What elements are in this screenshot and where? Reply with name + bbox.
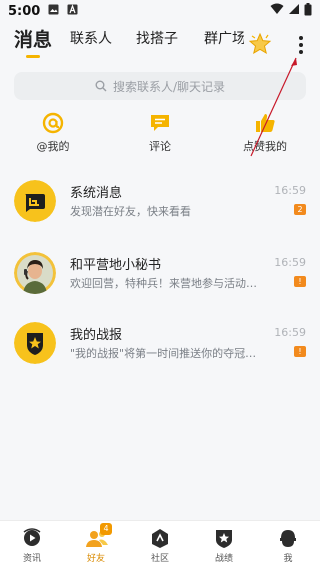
tab-messages[interactable]: 消息 xyxy=(14,25,52,52)
tab-find-partner[interactable]: 找搭子 xyxy=(136,28,178,48)
conversation-title: 和平营地小秘书 xyxy=(70,258,162,273)
unread-badge: ! xyxy=(294,276,306,287)
status-bar: 5:00 xyxy=(0,0,320,22)
nav-item-friends[interactable]: 4 好友 xyxy=(64,521,128,568)
conversation-time: 16:59 xyxy=(274,184,306,197)
conversation-item[interactable]: 和平营地小秘书 欢迎回营，特种兵！来营地参与活动，... 16:59 ! xyxy=(0,244,320,304)
signal-icon xyxy=(288,3,300,19)
quick-action-likes[interactable]: 点赞我的 xyxy=(230,112,300,154)
a-box-icon xyxy=(67,3,78,19)
conversation-preview: "我的战报"将第一时间推送你的夺冠战... xyxy=(70,347,262,360)
assistant-avatar xyxy=(14,252,56,294)
thumbs-up-icon xyxy=(254,112,276,134)
record-icon xyxy=(213,527,235,549)
nav-label: 资讯 xyxy=(22,554,41,564)
nav-label: 社区 xyxy=(150,554,169,564)
more-options-button[interactable] xyxy=(292,36,310,56)
star-icon[interactable] xyxy=(248,32,272,56)
wifi-icon xyxy=(270,3,284,19)
conversation-preview: 欢迎回营，特种兵！来营地参与活动，... xyxy=(70,277,262,290)
conversation-title: 系统消息 xyxy=(70,186,123,201)
header-tabs: 消息 联系人 找搭子 群广场 xyxy=(0,28,320,64)
conversation-title: 我的战报 xyxy=(70,328,123,343)
quick-action-label: 点赞我的 xyxy=(243,140,287,153)
more-dot-icon xyxy=(299,50,303,54)
conversation-item[interactable]: 系统消息 发现潜在好友，快来看看 16:59 2 xyxy=(0,172,320,232)
conversation-preview: 发现潜在好友，快来看看 xyxy=(70,205,191,218)
quick-action-comment[interactable]: 评论 xyxy=(125,112,195,154)
friends-badge: 4 xyxy=(100,523,112,535)
conversation-time: 16:59 xyxy=(274,326,306,339)
status-time: 5:00 xyxy=(8,3,41,19)
more-dot-icon xyxy=(299,43,303,47)
nav-label: 好友 xyxy=(86,554,105,564)
search-placeholder: 搜索联系人/聊天记录 xyxy=(112,79,226,94)
nav-item-community[interactable]: 社区 xyxy=(128,521,192,568)
community-icon xyxy=(149,527,171,549)
conversation-item[interactable]: 我的战报 "我的战报"将第一时间推送你的夺冠战... 16:59 ! xyxy=(0,314,320,374)
tab-contacts[interactable]: 联系人 xyxy=(70,28,112,48)
bottom-nav: 资讯 4 好友 社区 战绩 我 xyxy=(0,520,320,568)
quick-action-at-me[interactable]: @我的 xyxy=(18,112,88,154)
comment-icon xyxy=(149,112,171,134)
play-icon xyxy=(21,527,43,549)
quick-action-label: @我的 xyxy=(36,140,70,153)
unread-badge: 2 xyxy=(294,204,306,215)
nav-label: 我 xyxy=(283,554,293,564)
conversation-time: 16:59 xyxy=(274,256,306,269)
image-icon xyxy=(48,4,59,19)
nav-label: 战绩 xyxy=(214,554,233,564)
active-tab-indicator xyxy=(26,55,40,58)
at-icon xyxy=(42,112,64,134)
profile-icon xyxy=(277,527,299,549)
battery-icon xyxy=(304,2,312,20)
quick-action-label: 评论 xyxy=(149,140,171,153)
unread-badge: ! xyxy=(294,346,306,357)
nav-item-news[interactable]: 资讯 xyxy=(0,521,64,568)
nav-item-record[interactable]: 战绩 xyxy=(192,521,256,568)
more-dot-icon xyxy=(299,36,303,40)
search-icon xyxy=(95,80,107,92)
tab-group-square[interactable]: 群广场 xyxy=(204,28,244,48)
quick-actions: @我的 评论 点赞我的 xyxy=(0,112,320,160)
battle-report-avatar xyxy=(14,322,56,364)
nav-item-profile[interactable]: 我 xyxy=(256,521,320,568)
search-bar[interactable]: 搜索联系人/聊天记录 xyxy=(14,72,306,100)
system-message-avatar xyxy=(14,180,56,222)
